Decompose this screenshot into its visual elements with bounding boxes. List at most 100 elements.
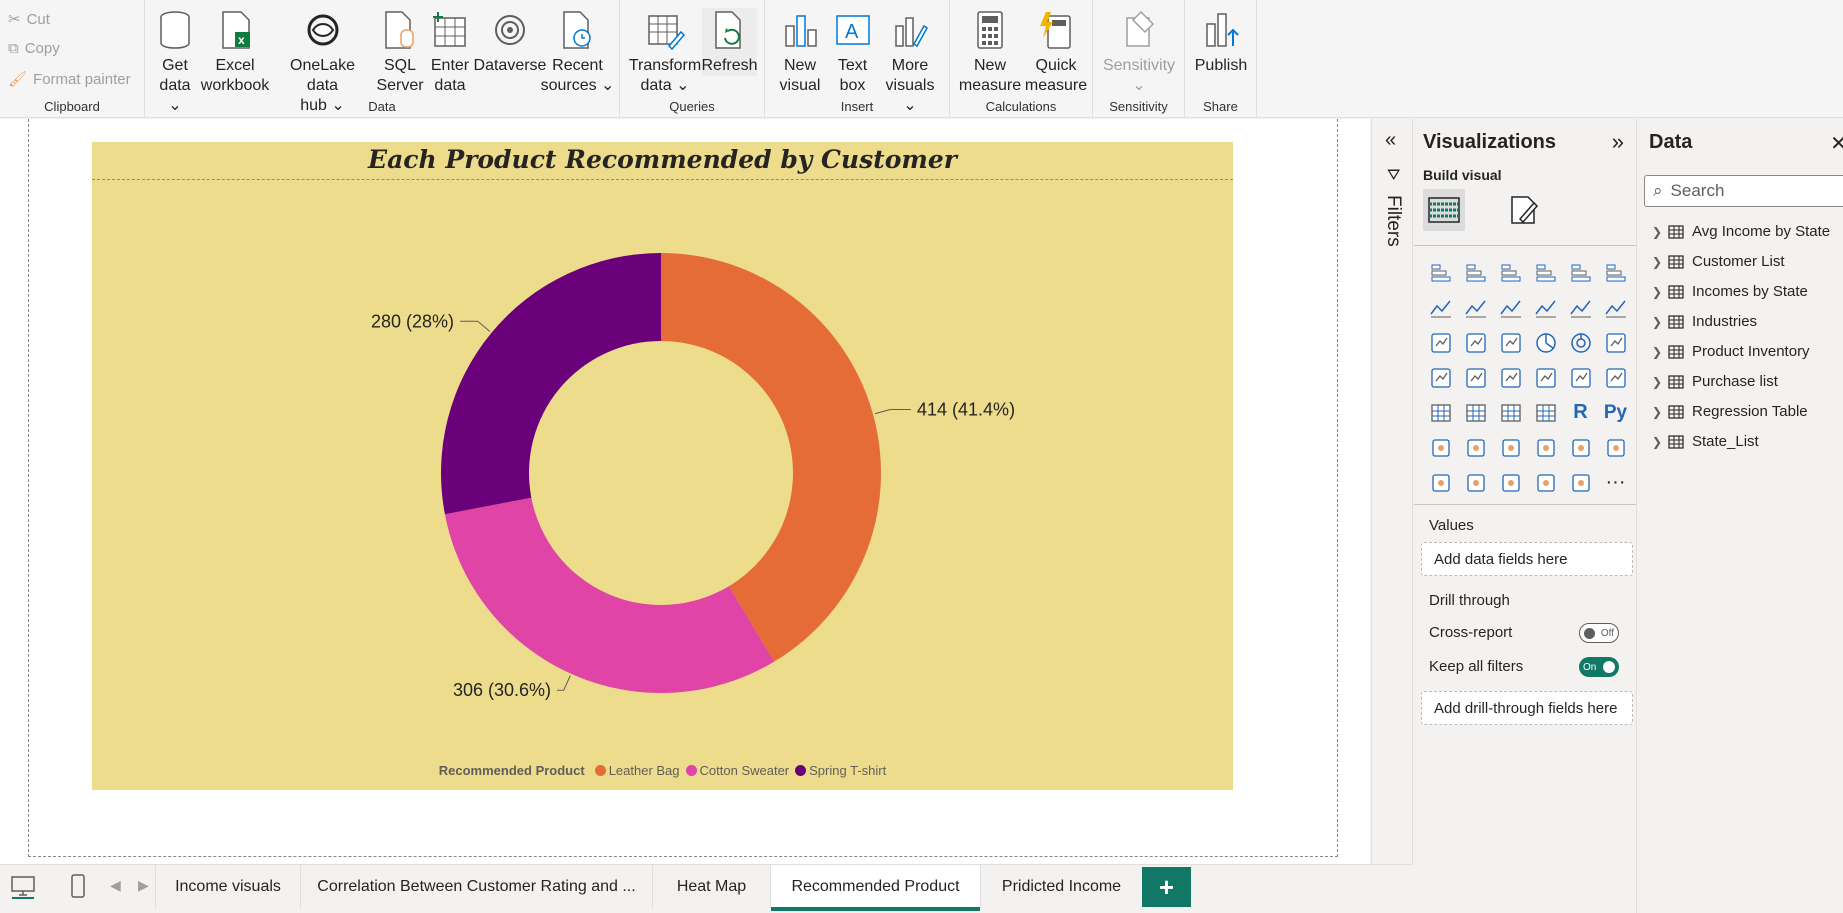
page-tab[interactable]: Recommended Product bbox=[770, 865, 980, 911]
excel-workbook-button[interactable]: x Excel workbook bbox=[201, 8, 269, 96]
visualizations-title: Visualizations bbox=[1423, 131, 1557, 153]
multirow-card-icon[interactable] bbox=[1598, 360, 1633, 395]
stacked-bar-icon[interactable] bbox=[1423, 255, 1458, 290]
slicer-icon[interactable] bbox=[1458, 395, 1493, 430]
donut-slice[interactable] bbox=[661, 253, 882, 662]
power-automate-icon[interactable] bbox=[1458, 465, 1493, 500]
page-tab[interactable]: Pridicted Income bbox=[980, 865, 1142, 909]
transform-data-button[interactable]: Transform data ⌄ bbox=[629, 8, 701, 96]
qa-icon[interactable] bbox=[1493, 430, 1528, 465]
filters-label[interactable]: Filters bbox=[1382, 195, 1404, 247]
drill-through-dropzone[interactable]: Add drill-through fields here bbox=[1421, 691, 1633, 725]
matrix-icon[interactable] bbox=[1528, 395, 1563, 430]
kpi-icon[interactable] bbox=[1423, 395, 1458, 430]
cross-report-toggle[interactable]: Off bbox=[1579, 623, 1619, 643]
enter-data-button[interactable]: Enter data bbox=[425, 8, 475, 96]
line-chart-icon[interactable] bbox=[1423, 290, 1458, 325]
clustered-column-icon[interactable] bbox=[1528, 255, 1563, 290]
close-icon[interactable]: ✕ bbox=[1830, 131, 1843, 156]
line-clustered-icon[interactable] bbox=[1563, 290, 1598, 325]
data-table-item[interactable]: ❯ Industries bbox=[1652, 313, 1757, 330]
data-table-item[interactable]: ❯ Incomes by State bbox=[1652, 283, 1808, 300]
stacked-column-icon[interactable] bbox=[1458, 255, 1493, 290]
page-tab[interactable]: Heat Map bbox=[652, 865, 770, 909]
card-icon[interactable] bbox=[1563, 360, 1598, 395]
page-tab[interactable]: Income visuals bbox=[155, 865, 300, 909]
arcgis-icon[interactable] bbox=[1493, 465, 1528, 500]
desktop-view-icon[interactable] bbox=[10, 873, 36, 904]
legend-item-leather-bag[interactable]: Leather Bag bbox=[594, 763, 680, 778]
legend-item-cotton-sweater[interactable]: Cotton Sweater bbox=[685, 763, 789, 778]
dataverse-button[interactable]: Dataverse bbox=[470, 8, 550, 76]
page-tab[interactable]: Correlation Between Customer Rating and … bbox=[300, 865, 652, 909]
donut-slice[interactable] bbox=[440, 253, 661, 515]
diamond-icon[interactable] bbox=[1528, 465, 1563, 500]
copy-button[interactable]: ⧉ Copy bbox=[8, 40, 60, 57]
key-influencers-icon[interactable] bbox=[1423, 430, 1458, 465]
map-icon[interactable] bbox=[1423, 360, 1458, 395]
new-visual-button[interactable]: New visual bbox=[775, 8, 825, 96]
format-visual-tab[interactable] bbox=[1502, 189, 1544, 231]
refresh-button[interactable]: Refresh bbox=[701, 8, 758, 76]
data-search-input[interactable]: ⌕ Search bbox=[1644, 175, 1843, 207]
paginated-icon[interactable] bbox=[1598, 430, 1633, 465]
100-column-icon[interactable] bbox=[1598, 255, 1633, 290]
stacked-area-icon[interactable] bbox=[1493, 290, 1528, 325]
more-options-icon[interactable]: ··· bbox=[1598, 465, 1633, 500]
waterfall-icon[interactable] bbox=[1423, 325, 1458, 360]
funnel-chart-icon[interactable] bbox=[1458, 325, 1493, 360]
goals-icon[interactable] bbox=[1563, 430, 1598, 465]
collapse-left-icon[interactable]: « bbox=[1385, 129, 1396, 152]
report-canvas[interactable]: Each Product Recommended by Customer 414… bbox=[0, 119, 1370, 864]
clock-file-icon bbox=[556, 8, 600, 52]
python-visual-icon[interactable]: Py bbox=[1598, 395, 1633, 430]
recent-sources-button[interactable]: Recent sources ⌄ bbox=[540, 8, 615, 96]
area-chart-icon[interactable] bbox=[1458, 290, 1493, 325]
sensitivity-button[interactable]: Sensitivity ⌄ bbox=[1101, 8, 1177, 96]
mobile-view-icon[interactable] bbox=[68, 873, 88, 904]
pie-chart-icon[interactable] bbox=[1528, 325, 1563, 360]
data-table-item[interactable]: ❯ Customer List bbox=[1652, 253, 1785, 270]
add-page-button[interactable]: + bbox=[1142, 867, 1191, 907]
keep-filters-toggle[interactable]: On bbox=[1579, 657, 1619, 677]
next-page-arrow-icon[interactable]: ▶ bbox=[138, 877, 149, 894]
narrative-icon[interactable] bbox=[1528, 430, 1563, 465]
cut-button[interactable]: ✂ Cut bbox=[8, 10, 50, 29]
power-apps-icon[interactable] bbox=[1423, 465, 1458, 500]
expand-right-icon[interactable]: » bbox=[1612, 129, 1624, 155]
100-bar-icon[interactable] bbox=[1563, 255, 1598, 290]
ribbon-chart-icon[interactable] bbox=[1598, 290, 1633, 325]
decomposition-tree-icon[interactable] bbox=[1458, 430, 1493, 465]
line-column-icon[interactable] bbox=[1528, 290, 1563, 325]
values-dropzone[interactable]: Add data fields here bbox=[1421, 542, 1633, 576]
donut-slice[interactable] bbox=[444, 497, 775, 694]
text-box-button[interactable]: A Text box bbox=[830, 8, 875, 96]
data-table-item[interactable]: ❯ State_List bbox=[1652, 433, 1759, 450]
quick-measure-button[interactable]: Quick measure bbox=[1022, 8, 1090, 96]
donut-chart-icon[interactable] bbox=[1563, 325, 1598, 360]
filled-map-icon[interactable] bbox=[1458, 360, 1493, 395]
scatter-icon[interactable] bbox=[1493, 325, 1528, 360]
r-visual-icon[interactable]: R bbox=[1563, 395, 1598, 430]
data-table-item[interactable]: ❯ Avg Income by State bbox=[1652, 223, 1830, 240]
filters-strip[interactable]: « ⛛ Filters bbox=[1371, 119, 1413, 864]
build-visual-tab[interactable] bbox=[1423, 189, 1465, 231]
treemap-icon[interactable] bbox=[1598, 325, 1633, 360]
data-table-item[interactable]: ❯ Regression Table bbox=[1652, 403, 1808, 420]
leader-line bbox=[460, 320, 491, 332]
azure-map-icon[interactable] bbox=[1493, 360, 1528, 395]
data-table-item[interactable]: ❯ Purchase list bbox=[1652, 373, 1778, 390]
donut-chart-visual[interactable]: Each Product Recommended by Customer 414… bbox=[92, 142, 1233, 790]
table-visual-icon[interactable] bbox=[1493, 395, 1528, 430]
gauge-icon[interactable] bbox=[1528, 360, 1563, 395]
prev-page-arrow-icon[interactable]: ◀ bbox=[110, 877, 121, 894]
data-table-item[interactable]: ❯ Product Inventory bbox=[1652, 343, 1810, 360]
sql-server-button[interactable]: SQL Server bbox=[375, 8, 425, 96]
legend-item-spring-tshirt[interactable]: Spring T-shirt bbox=[795, 763, 886, 778]
new-measure-button[interactable]: New measure bbox=[955, 8, 1025, 96]
values-label: Values bbox=[1429, 517, 1474, 534]
format-painter-button[interactable]: 🖌 Format painter bbox=[8, 70, 131, 89]
clustered-bar-icon[interactable] bbox=[1493, 255, 1528, 290]
publish-button[interactable]: Publish bbox=[1193, 8, 1249, 76]
chevron-visual-icon[interactable] bbox=[1563, 465, 1598, 500]
